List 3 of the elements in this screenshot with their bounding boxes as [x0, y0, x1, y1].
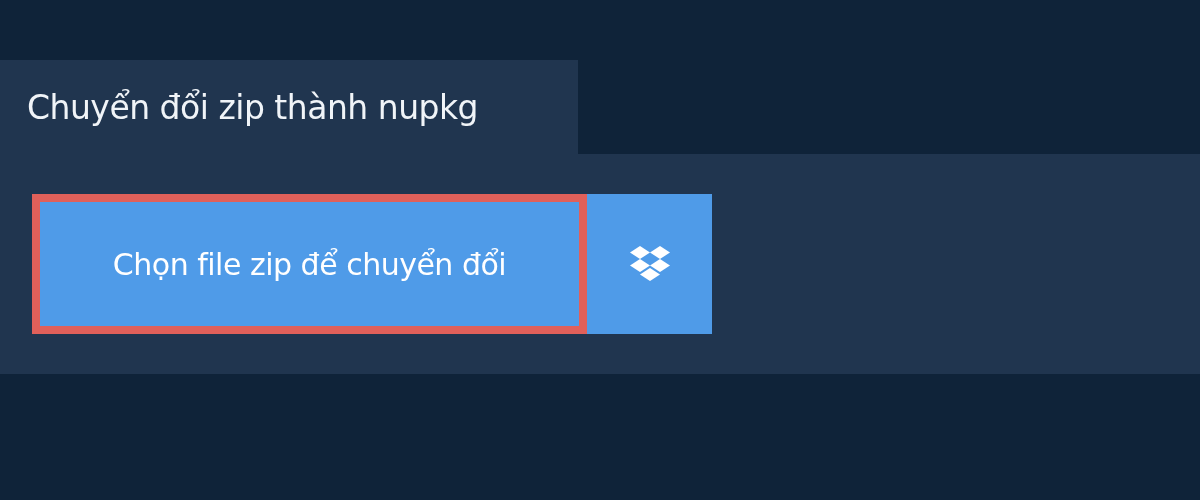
diamond-cluster-icon: [628, 246, 671, 282]
cloud-storage-button[interactable]: [587, 194, 712, 334]
choose-file-button[interactable]: Chọn file zip để chuyển đổi: [32, 194, 587, 334]
